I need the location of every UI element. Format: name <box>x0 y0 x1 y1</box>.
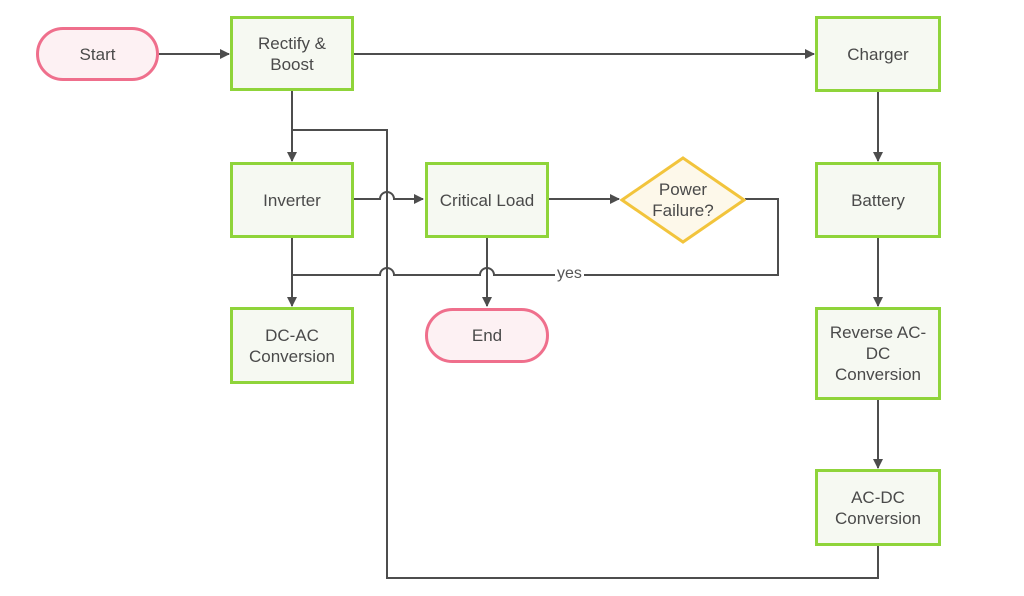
node-rectify-boost[interactable]: Rectify & Boost <box>230 16 354 91</box>
node-end[interactable]: End <box>425 308 549 363</box>
node-battery-label: Battery <box>851 190 905 210</box>
node-rectify-label: Rectify & Boost <box>257 33 327 74</box>
node-ac-dc-conversion[interactable]: AC-DC Conversion <box>815 469 941 546</box>
node-end-label: End <box>471 326 503 345</box>
edge-label-yes: yes <box>555 265 584 283</box>
node-charger-label: Charger <box>847 44 909 64</box>
node-battery[interactable]: Battery <box>815 162 941 238</box>
node-charger[interactable]: Charger <box>815 16 941 92</box>
node-dc-ac-conversion[interactable]: DC-AC Conversion <box>230 307 354 384</box>
node-start[interactable]: Start <box>36 27 159 81</box>
node-inverter[interactable]: Inverter <box>230 162 354 238</box>
node-dc-ac-label: DC-AC Conversion <box>249 325 335 366</box>
node-critical-load[interactable]: Critical Load <box>425 162 549 238</box>
node-reverse-ac-dc-conversion[interactable]: Reverse AC- DC Conversion <box>815 307 941 400</box>
node-inverter-label: Inverter <box>263 190 321 210</box>
node-critical-load-label: Critical Load <box>439 190 535 210</box>
node-reverse-label: Reverse AC- DC Conversion <box>829 323 927 384</box>
flowchart-canvas: yes Start Rectify & Boost Charger Invert… <box>0 0 1024 596</box>
node-ac-dc-label: AC-DC Conversion <box>835 487 921 528</box>
node-start-label: Start <box>79 44 116 64</box>
node-power-failure[interactable]: Power Failure? <box>620 156 746 244</box>
node-power-failure-label: Power Failure? <box>652 180 714 220</box>
